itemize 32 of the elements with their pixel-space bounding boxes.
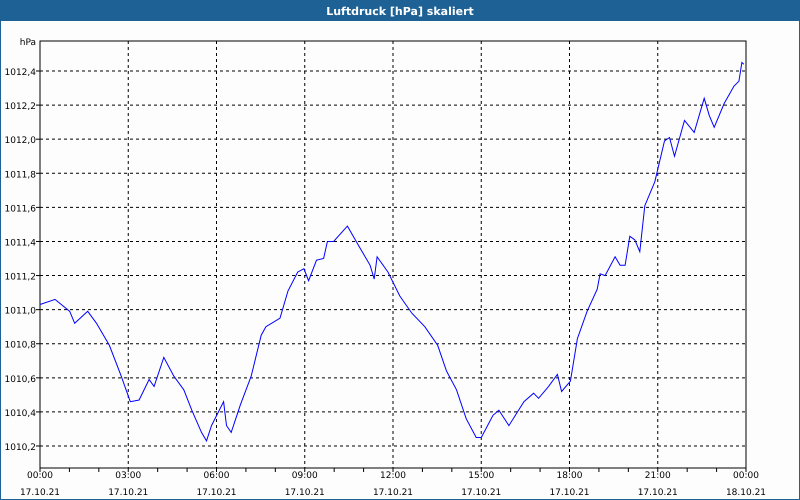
x-axis-date-label: 17.10.21 xyxy=(549,488,590,498)
y-axis-unit: hPa xyxy=(20,38,36,48)
window-title: Luftdruck [hPa] skaliert xyxy=(326,4,474,18)
y-axis-label: 1011,2 xyxy=(4,272,36,283)
y-axis-label: 1012,0 xyxy=(4,136,36,146)
y-axis-label: 1010,6 xyxy=(4,374,36,385)
y-axis-label: 1011,4 xyxy=(4,238,36,248)
y-axis-label: 1011,6 xyxy=(4,204,36,214)
x-axis-date-label: 17.10.21 xyxy=(372,488,414,498)
y-axis-label: 1011,0 xyxy=(4,306,36,317)
x-axis-date-label: 17.10.21 xyxy=(638,488,678,498)
x-axis-label: 12:00 xyxy=(380,471,406,481)
x-axis-label: 03:00 xyxy=(115,471,142,481)
y-axis-label: 1010,4 xyxy=(4,408,36,419)
y-axis-label: 1010,2 xyxy=(4,443,36,453)
x-axis-date-label: 17.10.21 xyxy=(108,488,148,498)
x-axis-label: 21:00 xyxy=(644,471,671,481)
x-axis-date-label: 17.10.21 xyxy=(284,488,325,498)
x-axis-date-label: 17.10.21 xyxy=(20,488,60,498)
x-axis-date-label: 17.10.21 xyxy=(461,488,502,498)
x-axis-label: 18:00 xyxy=(556,471,582,481)
x-axis-label: 00:00 xyxy=(733,471,759,481)
x-axis-label: 15:00 xyxy=(468,471,494,481)
x-axis-label: 09:00 xyxy=(292,471,318,481)
y-axis-label: 1010,8 xyxy=(4,340,36,351)
x-axis-label: 00:00 xyxy=(27,471,53,481)
x-axis-date-label: 17.10.21 xyxy=(196,488,237,498)
x-axis-date-label: 18.10.21 xyxy=(726,488,766,498)
y-axis-label: 1011,8 xyxy=(4,170,36,180)
y-axis-label: 1012,4 xyxy=(4,68,36,78)
y-axis-label: 1012,2 xyxy=(4,102,36,112)
x-axis-label: 06:00 xyxy=(204,471,230,481)
